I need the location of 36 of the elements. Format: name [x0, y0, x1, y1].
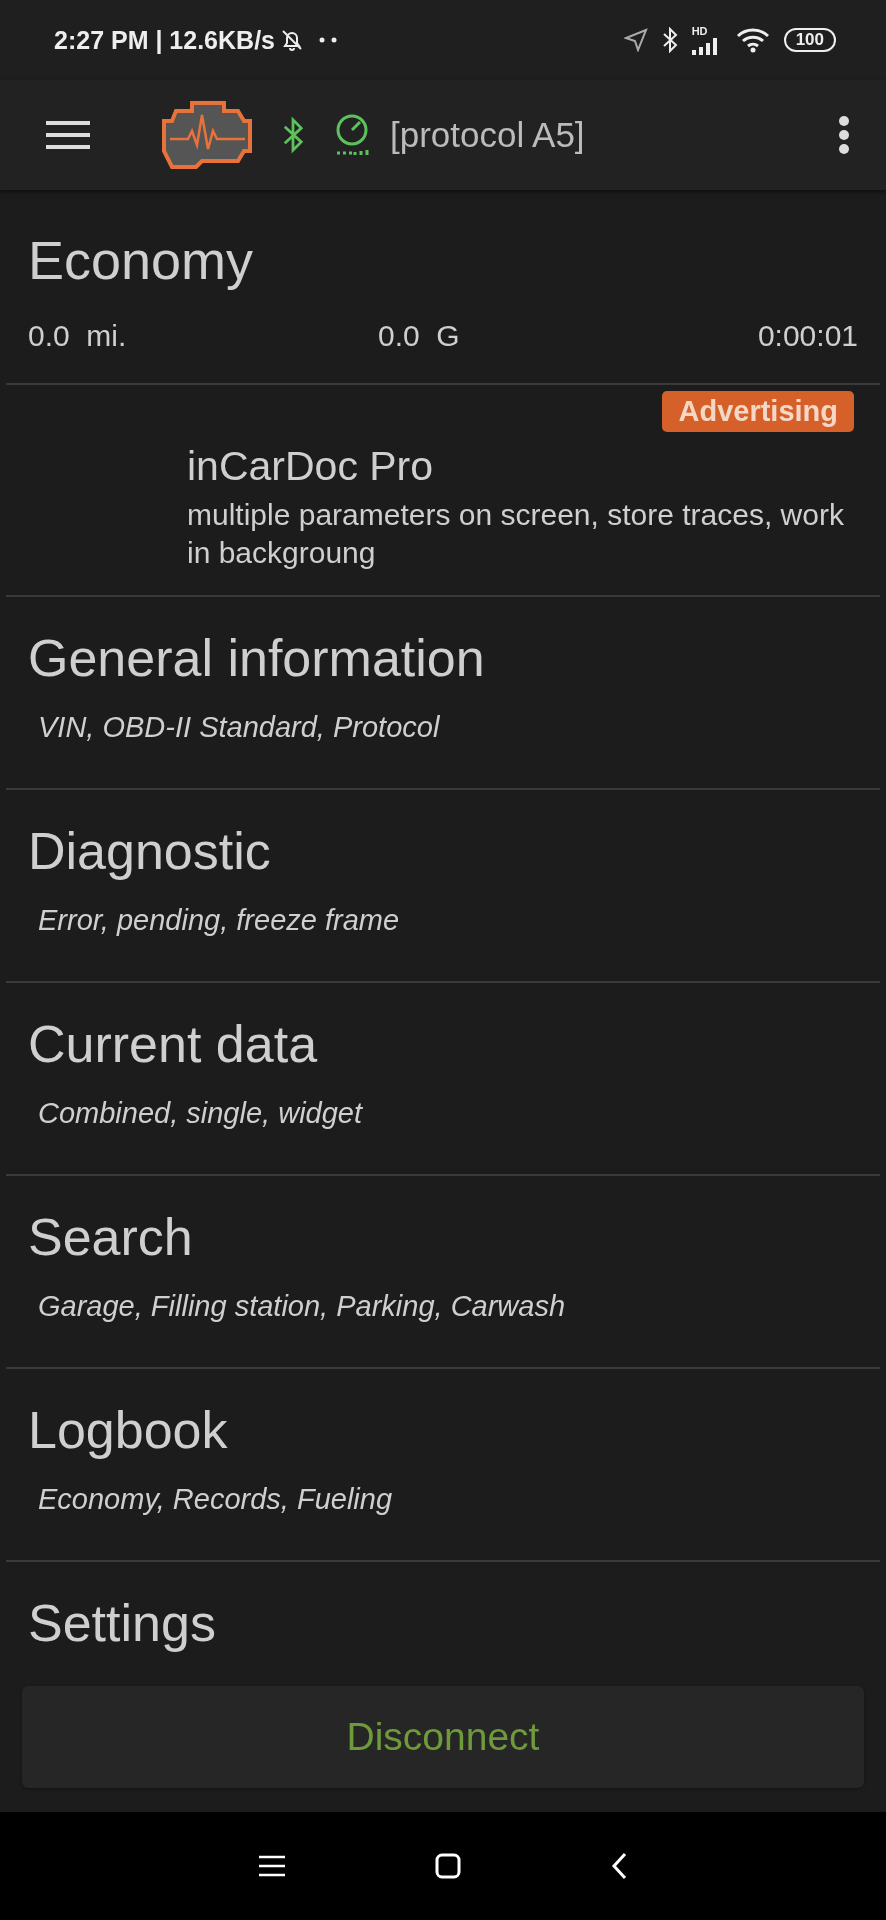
wifi-icon [735, 27, 770, 53]
advertising-badge: Advertising [662, 390, 854, 432]
menu-item-subtitle: Garage, Filling station, Parking, Carwash [37, 1289, 566, 1323]
bluetooth-icon [661, 27, 678, 53]
menu-item-title: Diagnostic [28, 820, 271, 882]
menu-item-subtitle: VIN, OBD-II Standard, Protocol [37, 710, 440, 744]
menu-item-title: General information [28, 627, 485, 689]
bluetooth-icon [282, 116, 304, 154]
ad-title: inCarDoc Pro [187, 442, 435, 490]
economy-stat: 0:00:01 [756, 318, 858, 353]
menu-item-subtitle: Combined, single, widget [37, 1096, 362, 1130]
economy-stat: 0.0 mi. [28, 318, 128, 353]
menu-item-subtitle: Error, pending, freeze frame [37, 903, 400, 937]
menu-item-title: Search [28, 1206, 193, 1268]
economy-title: Economy [27, 229, 254, 292]
economy-stat: 0.0 G [377, 318, 461, 353]
notification-dots-icon [319, 37, 339, 43]
disconnect-button[interactable]: Disconnect [22, 1686, 864, 1788]
gauge-icon [334, 113, 370, 157]
menu-icon [46, 120, 90, 150]
network-type-label: HD [691, 25, 708, 37]
ad-description: multiple parameters on screen, store traces, work in backgroung [187, 496, 845, 572]
recent-apps-icon[interactable] [259, 1855, 285, 1877]
menu-item-title: Logbook [28, 1399, 228, 1461]
engine-logo-icon [162, 101, 254, 169]
menu-item-subtitle: Economy, Records, Fueling [37, 1482, 393, 1516]
home-icon[interactable] [435, 1853, 461, 1879]
menu-item-title: Current data [28, 1013, 318, 1075]
protocol-title: [protocol A5] [390, 115, 585, 155]
menu-item-title: Settings [28, 1592, 216, 1654]
back-icon[interactable] [611, 1852, 627, 1880]
status-time: 2:27 PM | 12.6KB/s [54, 25, 275, 55]
more-options-icon [838, 116, 850, 154]
advertisement-banner[interactable]: Advertising inCarDoc Pro multiple parameters on screen, store traces, work in backgroung [6, 382, 880, 595]
location-arrow-icon [623, 28, 648, 52]
battery-level: 100 [783, 28, 836, 52]
